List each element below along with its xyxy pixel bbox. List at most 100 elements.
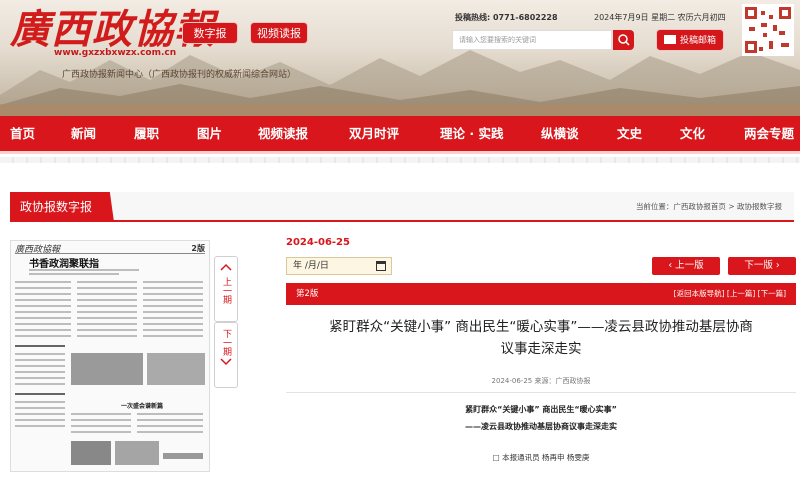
nav-item-theory[interactable]: 理论 · 实践 bbox=[440, 116, 503, 151]
main-nav: 首页 新闻 履职 图片 视频读报 双月时评 理论 · 实践 纵横谈 文史 文化 … bbox=[0, 116, 800, 154]
digital-paper-button[interactable]: 数字报 bbox=[182, 22, 238, 44]
thumb-text-line bbox=[143, 281, 203, 283]
thumb-bottom-headline: 一次盛会谱新篇 bbox=[121, 403, 164, 410]
thumb-text-line bbox=[143, 305, 203, 307]
breadcrumb[interactable]: 当前位置：广西政协报首页 > 政协报数字报 bbox=[636, 192, 782, 222]
thumb-text-line bbox=[143, 299, 203, 301]
chevron-up-icon bbox=[220, 263, 232, 271]
thumb-text-line bbox=[137, 431, 203, 433]
nav-item-home[interactable]: 首页 bbox=[10, 116, 35, 151]
thumb-text-line bbox=[15, 377, 65, 379]
nav-item-sessions[interactable]: 两会专题 bbox=[744, 116, 794, 151]
thumb-text-line bbox=[15, 293, 71, 295]
thumb-footer-box bbox=[163, 453, 203, 459]
date-picker-value: 年 /月/日 bbox=[293, 261, 329, 271]
prev-edition-button[interactable]: ‹ 上一版 bbox=[652, 257, 720, 275]
thumb-photo bbox=[115, 441, 159, 465]
next-edition-label: 下一版 bbox=[744, 260, 773, 271]
newspaper-page-thumbnail[interactable]: 廣西政協報 2版 书香政润聚联指 一次盛会谱新篇 bbox=[10, 240, 210, 472]
section-header: 政协报数字报 当前位置：广西政协报首页 > 政协报数字报 bbox=[10, 192, 794, 222]
next-issue-label: 下一期 bbox=[221, 329, 231, 356]
thumb-text-line bbox=[15, 419, 65, 421]
thumb-text-line bbox=[143, 293, 203, 295]
thumb-text-line bbox=[77, 305, 137, 307]
thumb-text-line bbox=[15, 359, 65, 361]
thumb-text-line bbox=[143, 329, 203, 331]
prev-edition-label: 上一版 bbox=[675, 260, 704, 271]
thumb-text-line bbox=[15, 281, 71, 283]
nav-item-news[interactable]: 新闻 bbox=[71, 116, 96, 151]
nav-item-history[interactable]: 文史 bbox=[617, 116, 642, 151]
thumb-text-line bbox=[15, 401, 65, 403]
thumb-text-line bbox=[143, 335, 203, 337]
nav-divider bbox=[0, 157, 800, 163]
article-subheading: ——凌云县政协推动基层协商议事走深走实 bbox=[465, 422, 617, 431]
thumb-text-line bbox=[71, 431, 131, 433]
thumb-text-line bbox=[143, 323, 203, 325]
next-edition-button[interactable]: 下一版 › bbox=[728, 257, 796, 275]
next-issue-button[interactable]: 下一期 bbox=[214, 322, 238, 388]
header-date: 2024年7月9日 星期二 农历六月初四 bbox=[594, 13, 726, 22]
thumb-rule bbox=[15, 253, 205, 254]
divider bbox=[286, 392, 796, 393]
thumb-text-line bbox=[77, 293, 137, 295]
thumb-text-line bbox=[15, 365, 65, 367]
chevron-right-icon: › bbox=[772, 260, 780, 271]
thumb-text-line bbox=[71, 425, 131, 427]
video-read-button[interactable]: 视频读报 bbox=[250, 22, 308, 44]
thumb-text-line bbox=[15, 371, 65, 373]
edition-links[interactable]: [返回本版导航] [上一篇] [下一篇] bbox=[674, 283, 786, 305]
qr-code bbox=[742, 4, 794, 56]
hotline-text: 投稿热线: 0771-6802228 bbox=[455, 13, 558, 22]
thumb-text-line bbox=[29, 269, 139, 271]
thumb-text-line bbox=[77, 287, 137, 289]
thumb-text-line bbox=[15, 323, 71, 325]
edition-label: 第2版 bbox=[296, 289, 319, 299]
mail-icon bbox=[663, 35, 676, 44]
thumb-text-line bbox=[15, 383, 65, 385]
thumb-text-line bbox=[71, 419, 131, 421]
thumb-text-line bbox=[77, 335, 137, 337]
thumb-text-line bbox=[15, 311, 71, 313]
nav-item-culture[interactable]: 文化 bbox=[680, 116, 705, 151]
thumb-text-line bbox=[143, 317, 203, 319]
thumb-text-line bbox=[137, 413, 203, 415]
section-tab[interactable]: 政协报数字报 bbox=[10, 192, 114, 222]
calendar-icon bbox=[376, 261, 386, 271]
thumb-text-line bbox=[15, 335, 71, 337]
thumb-text-line bbox=[77, 317, 137, 319]
thumb-text-line bbox=[15, 407, 65, 409]
thumb-photo bbox=[147, 353, 205, 385]
thumb-text-line bbox=[77, 281, 137, 283]
article-title-line-1: 紧盯群众“关键小事” 商出民生“暖心实事”——凌云县政协推动基层协商 bbox=[329, 319, 753, 335]
nav-item-video[interactable]: 视频读报 bbox=[258, 116, 308, 151]
thumb-text-line bbox=[77, 329, 137, 331]
nav-item-commentary[interactable]: 双月时评 bbox=[349, 116, 399, 151]
date-picker-input[interactable]: 年 /月/日 bbox=[286, 257, 392, 275]
thumb-photo bbox=[71, 353, 143, 385]
thumb-text-line bbox=[143, 287, 203, 289]
thumb-text-line bbox=[15, 329, 71, 331]
article-meta: 2024-06-25 来源：广西政协报 bbox=[491, 377, 591, 385]
thumb-text-line bbox=[77, 323, 137, 325]
site-banner: 廣西政協報 www.gxzxbxwzx.com.cn 广西政协报新闻中心（广西政… bbox=[0, 0, 800, 118]
thumb-text-line bbox=[15, 287, 71, 289]
prev-issue-button[interactable]: 上一期 bbox=[214, 256, 238, 322]
search-icon bbox=[618, 34, 630, 46]
mailbox-button[interactable]: 投稿邮箱 bbox=[656, 29, 724, 51]
search-input[interactable]: 请输入您要搜索的关键词 bbox=[452, 30, 612, 50]
thumb-text-line bbox=[15, 299, 71, 301]
thumb-subhead bbox=[15, 345, 65, 347]
mailbox-label: 投稿邮箱 bbox=[679, 36, 716, 46]
thumb-text-line bbox=[77, 311, 137, 313]
nav-item-perspective[interactable]: 纵横谈 bbox=[541, 116, 579, 151]
thumb-photo bbox=[71, 441, 111, 465]
search-button[interactable] bbox=[613, 30, 634, 50]
site-subtitle: 广西政协报新闻中心（广西政协报刊的权威新闻综合网站） bbox=[62, 70, 297, 80]
nav-item-photos[interactable]: 图片 bbox=[197, 116, 222, 151]
thumb-text-line bbox=[71, 413, 131, 415]
nav-item-duty[interactable]: 履职 bbox=[134, 116, 159, 151]
chevron-down-icon bbox=[220, 358, 232, 366]
thumb-text-line bbox=[29, 273, 119, 275]
article-byline: □ 本报通讯员 杨再申 杨雯庚 bbox=[492, 453, 590, 462]
